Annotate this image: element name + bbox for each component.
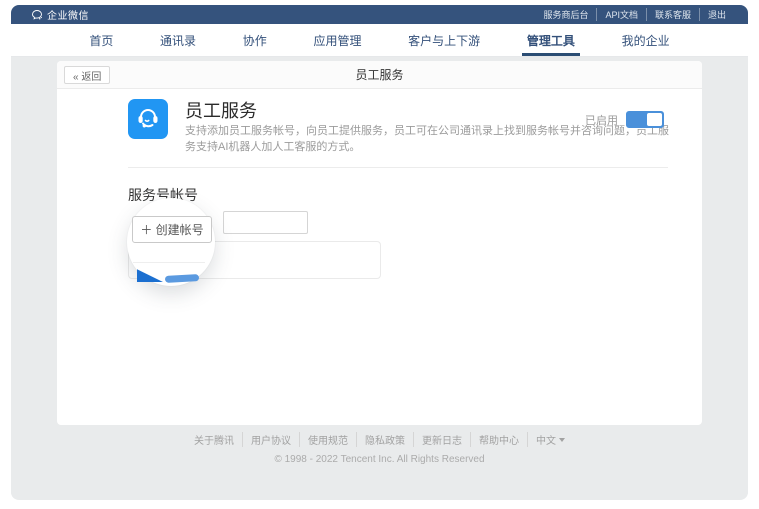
page-title: 员工服务 — [57, 66, 702, 83]
enabled-toggle[interactable] — [626, 111, 664, 128]
app-window: 企业微信 服务商后台 API文档 联系客服 退出 首页 通讯录 协作 应用管理 … — [11, 5, 748, 500]
status-wrap: 已启用 — [585, 111, 664, 128]
topbar-link-contact-support[interactable]: 联系客服 — [646, 8, 699, 21]
footer-links: 关于腾讯 用户协议 使用规范 隐私政策 更新日志 帮助中心 中文 — [11, 432, 748, 447]
page-footer: 关于腾讯 用户协议 使用规范 隐私政策 更新日志 帮助中心 中文 © 1998 … — [11, 432, 748, 465]
brand-logo[interactable]: 企业微信 — [31, 7, 89, 22]
topbar-link-api-docs[interactable]: API文档 — [596, 8, 646, 21]
footer-link-about-tencent[interactable]: 关于腾讯 — [186, 432, 242, 447]
employee-service-panel: « 返回 员工服务 员工服务 支持添加员工服务帐号，向员工提供服务 — [57, 61, 702, 425]
toggle-knob — [647, 113, 662, 126]
nav-item-my-company[interactable]: 我的企业 — [616, 24, 676, 56]
footer-link-privacy-policy[interactable]: 隐私政策 — [356, 432, 413, 447]
caret-down-icon — [559, 438, 565, 442]
topbar-links: 服务商后台 API文档 联系客服 退出 — [535, 8, 734, 21]
content-area: « 返回 员工服务 员工服务 支持添加员工服务帐号，向员工提供服务 — [11, 57, 748, 499]
lens-table-edge — [133, 262, 205, 263]
back-button[interactable]: « 返回 — [64, 66, 110, 84]
magnified-avatar-fragment — [137, 267, 163, 282]
footer-link-usage-rules[interactable]: 使用规范 — [299, 432, 356, 447]
top-bar: 企业微信 服务商后台 API文档 联系客服 退出 — [11, 5, 748, 24]
copyright-text: © 1998 - 2022 Tencent Inc. All Rights Re… — [11, 454, 748, 465]
footer-link-help-center[interactable]: 帮助中心 — [470, 432, 527, 447]
chat-bubble-icon — [31, 9, 43, 21]
nav-item-collaboration[interactable]: 协作 — [237, 24, 273, 56]
panel-body: 员工服务 支持添加员工服务帐号，向员工提供服务，员工可在公司通讯录上找到服务帐号… — [57, 89, 702, 424]
panel-header: « 返回 员工服务 — [57, 61, 702, 89]
nav-item-admin-tools[interactable]: 管理工具 — [521, 24, 581, 56]
footer-link-changelog[interactable]: 更新日志 — [413, 432, 470, 447]
magnifier-lens-overlay: ＋ 创建帐号 — [127, 198, 215, 286]
status-badge: 已启用 — [585, 112, 618, 128]
create-account-button[interactable]: ＋ 创建帐号 — [132, 216, 212, 243]
topbar-link-provider-console[interactable]: 服务商后台 — [535, 8, 596, 21]
account-search-input[interactable] — [223, 211, 308, 234]
nav-item-home[interactable]: 首页 — [83, 24, 119, 56]
topbar-link-logout[interactable]: 退出 — [699, 8, 734, 21]
app-title: 员工服务 — [185, 97, 257, 123]
section-divider — [128, 167, 668, 168]
brand-name: 企业微信 — [47, 7, 89, 22]
language-selector[interactable]: 中文 — [527, 432, 573, 447]
magnified-text-fragment — [165, 274, 199, 283]
nav-item-app-management[interactable]: 应用管理 — [307, 24, 367, 56]
language-label: 中文 — [536, 432, 556, 447]
nav-item-contacts[interactable]: 通讯录 — [154, 24, 202, 56]
footer-link-user-agreement[interactable]: 用户协议 — [242, 432, 299, 447]
main-nav: 首页 通讯录 协作 应用管理 客户与上下游 管理工具 我的企业 — [11, 24, 748, 57]
headset-icon — [128, 99, 168, 139]
nav-item-customers[interactable]: 客户与上下游 — [402, 24, 486, 56]
